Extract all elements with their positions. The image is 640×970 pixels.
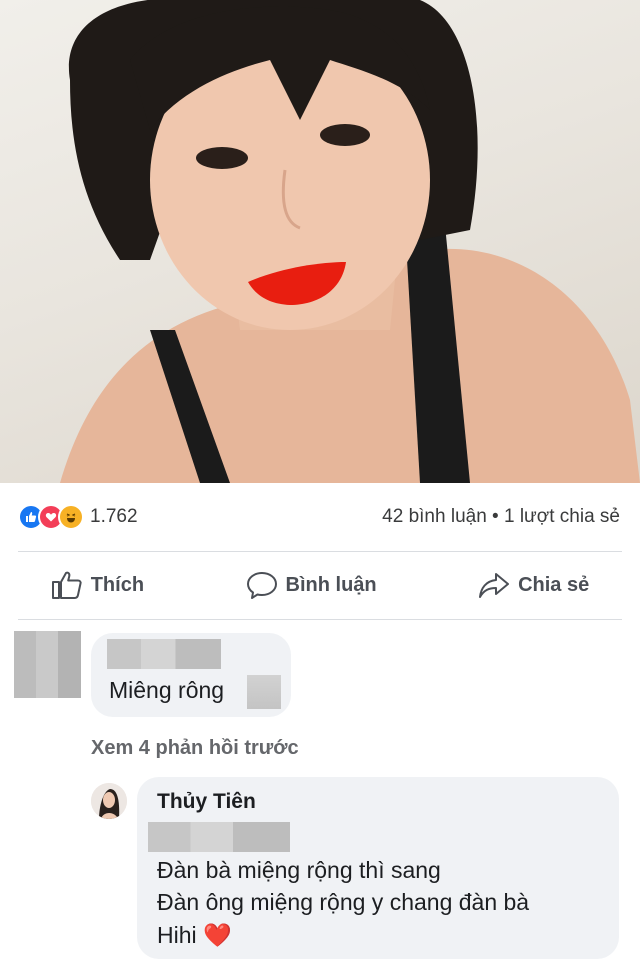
thumbs-up-icon <box>51 571 82 599</box>
share-arrow-icon <box>479 573 510 598</box>
reaction-count: 1.762 <box>90 506 138 527</box>
like-label: Thích <box>90 573 145 596</box>
reply-author[interactable]: Thủy Tiên <box>157 790 256 814</box>
comment-text: Miêng rông <box>109 677 225 703</box>
view-previous-replies-link[interactable]: Xem 4 phản hồi trước <box>91 737 299 760</box>
post-actions-bar: Thích Bình luận Chia sẻ <box>0 552 640 618</box>
comment-label: Bình luận <box>285 573 377 596</box>
avatar[interactable] <box>91 783 127 819</box>
like-button[interactable]: Thích <box>51 570 144 600</box>
share-button[interactable]: Chia sẻ <box>478 570 589 600</box>
comment-icon <box>246 572 277 599</box>
comment-count-link[interactable]: 42 bình luận <box>382 506 487 527</box>
reactions-summary[interactable]: 1.762 <box>18 504 138 530</box>
blurred-text <box>247 675 281 709</box>
blurred-tag <box>148 822 290 852</box>
reply-line-2: Đàn ông miệng rộng y chang đàn bà <box>157 889 530 915</box>
share-count-link[interactable]: 1 lượt chia sẻ <box>504 506 620 527</box>
reply-line-3-text: Hihi <box>157 922 197 948</box>
engagement-counts: 42 bình luận • 1 lượt chia sẻ <box>382 506 620 528</box>
comment-button[interactable]: Bình luận <box>246 570 377 600</box>
avatar-image <box>91 783 127 819</box>
divider <box>18 619 622 620</box>
separator-dot: • <box>492 506 499 527</box>
post-photo[interactable] <box>0 0 640 483</box>
reply-line-1: Đàn bà miệng rộng thì sang <box>157 857 441 883</box>
haha-icon <box>58 504 84 530</box>
blurred-author-name[interactable] <box>107 639 221 669</box>
reaction-icons <box>18 504 84 530</box>
reply-line-3: Hihi ❤️ <box>157 922 232 949</box>
heart-emoji-icon: ❤️ <box>203 922 232 948</box>
blurred-avatar[interactable] <box>14 631 81 698</box>
post-stats-bar: 1.762 42 bình luận • 1 lượt chia sẻ <box>0 483 640 551</box>
share-label: Chia sẻ <box>518 573 590 596</box>
photo-illustration <box>60 0 640 483</box>
